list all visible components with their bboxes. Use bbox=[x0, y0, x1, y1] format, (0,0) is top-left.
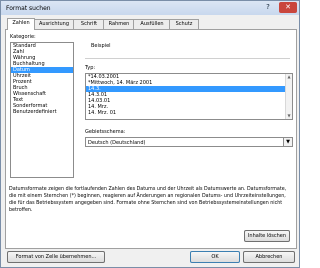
title-bar: Format suchen ? ✕ bbox=[1, 1, 299, 15]
tab-zahlen[interactable]: Zahlen bbox=[7, 18, 35, 30]
format-suchen-dialog: Format suchen ? ✕ Zahlen Ausrichtung Sch… bbox=[0, 0, 300, 268]
tab-ausrichtung[interactable]: Ausrichtung bbox=[33, 19, 75, 29]
close-icon[interactable]: ✕ bbox=[279, 2, 297, 13]
kategorie-list[interactable]: Standard Zahl Währung Buchhaltung Datum … bbox=[10, 42, 74, 178]
gebietsschema-label: Gebietsschema: bbox=[85, 129, 126, 135]
gebietsschema-value: Deutsch (Deutschland) bbox=[88, 140, 146, 146]
beispiel-preview bbox=[85, 45, 290, 57]
kategorie-item-benutzerdefiniert[interactable]: Benutzerdefiniert bbox=[11, 109, 73, 115]
tab-schrift[interactable]: Schrift bbox=[73, 19, 105, 29]
cancel-button[interactable]: Abbrechen bbox=[243, 251, 295, 263]
typ-scrollbar[interactable]: ▲ ▼ bbox=[285, 74, 292, 119]
description-text: Datumsformate zeigen die fortlaufenden Z… bbox=[9, 187, 287, 213]
scroll-up-icon[interactable]: ▲ bbox=[286, 74, 292, 80]
window-title: Format suchen bbox=[6, 5, 51, 12]
tab-rahmen[interactable]: Rahmen bbox=[103, 19, 135, 29]
help-icon[interactable]: ? bbox=[259, 2, 277, 13]
format-from-cell-button[interactable]: Format von Zelle übernehmen... bbox=[7, 251, 105, 263]
tab-schutz[interactable]: Schutz bbox=[169, 19, 199, 29]
ok-button[interactable]: OK bbox=[190, 251, 240, 263]
typ-label: Typ: bbox=[85, 65, 96, 71]
kategorie-label: Kategorie: bbox=[10, 34, 36, 40]
chevron-down-icon[interactable]: ▼ bbox=[283, 138, 292, 146]
tab-bar: Zahlen Ausrichtung Schrift Rahmen Ausfül… bbox=[5, 18, 295, 30]
beispiel-group: Beispiel bbox=[85, 41, 293, 59]
scroll-down-icon[interactable]: ▼ bbox=[286, 113, 292, 119]
typ-item[interactable]: 14. Mrz. 01 bbox=[86, 110, 292, 116]
gebietsschema-select[interactable]: Deutsch (Deutschland) ▼ bbox=[85, 137, 293, 147]
inhalte-loeschen-button[interactable]: Inhalte löschen bbox=[244, 230, 290, 242]
tab-ausfuellen[interactable]: Ausfüllen bbox=[133, 19, 171, 29]
typ-list[interactable]: *14.03.2001 *Mittwoch, 14. März 2001 14.… bbox=[85, 73, 293, 120]
beispiel-divider bbox=[85, 58, 290, 59]
